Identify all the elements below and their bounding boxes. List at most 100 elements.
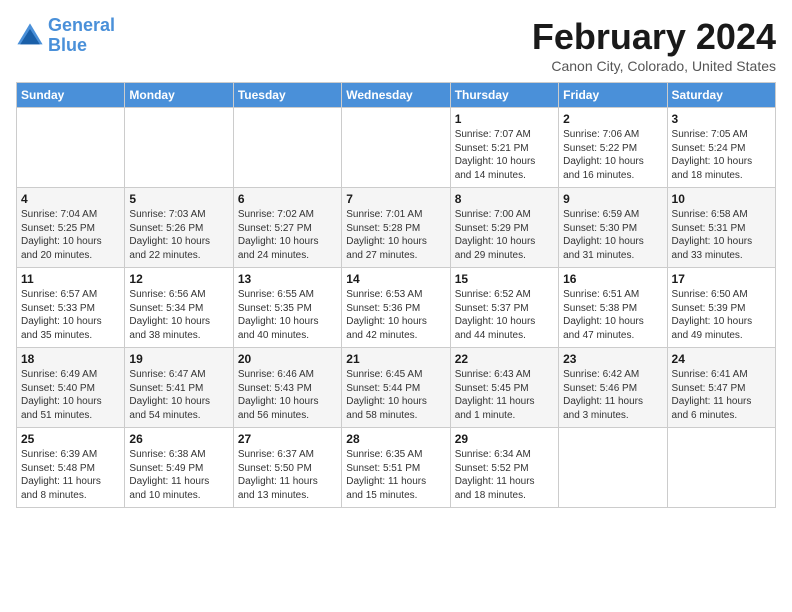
calendar-cell: [667, 428, 775, 508]
calendar-cell: 26Sunrise: 6:38 AMSunset: 5:49 PMDayligh…: [125, 428, 233, 508]
day-number: 16: [563, 272, 662, 286]
day-number: 25: [21, 432, 120, 446]
day-info: Sunrise: 6:59 AMSunset: 5:30 PMDaylight:…: [563, 208, 662, 262]
week-row-2: 4Sunrise: 7:04 AMSunset: 5:25 PMDaylight…: [17, 188, 776, 268]
calendar-cell: 11 Sunrise: 6:57 AMSunset: 5:33 PMDayligh…: [17, 268, 125, 348]
day-number: 12: [129, 272, 228, 286]
day-info: Sunrise: 7:00 AMSunset: 5:29 PMDaylight:…: [455, 208, 554, 262]
calendar-cell: 9 Sunrise: 6:59 AMSunset: 5:30 PMDaylight…: [559, 188, 667, 268]
day-info: Sunrise: 6:55 AMSunset: 5:35 PMDaylight:…: [238, 288, 337, 342]
calendar-cell: [559, 428, 667, 508]
day-number: 6: [238, 192, 337, 206]
day-number: 15: [455, 272, 554, 286]
calendar-cell: 19 Sunrise: 6:47 AMSunset: 5:41 PMDayligh…: [125, 348, 233, 428]
day-number: 18: [21, 352, 120, 366]
day-number: 10: [672, 192, 771, 206]
day-info: Sunrise: 6:50 AMSunset: 5:39 PMDaylight:…: [672, 288, 771, 342]
col-header-saturday: Saturday: [667, 83, 775, 108]
day-number: 23: [563, 352, 662, 366]
calendar-cell: 5 Sunrise: 7:03 AMSunset: 5:26 PMDaylight…: [125, 188, 233, 268]
calendar-cell: 24 Sunrise: 6:41 AMSunset: 5:47 PMDayligh…: [667, 348, 775, 428]
calendar-cell: 25 Sunrise: 6:39 AMSunset: 5:48 PMDayligh…: [17, 428, 125, 508]
logo-icon: [16, 22, 44, 50]
calendar-cell: 28Sunrise: 6:35 AMSunset: 5:51 PMDayligh…: [342, 428, 450, 508]
week-row-1: 1 Sunrise: 7:07 AMSunset: 5:21 PMDaylight…: [17, 108, 776, 188]
day-info: Sunrise: 7:04 AMSunset: 5:25 PMDaylight:…: [21, 208, 120, 262]
day-number: 5: [129, 192, 228, 206]
calendar-cell: 22 Sunrise: 6:43 AMSunset: 5:45 PMDayligh…: [450, 348, 558, 428]
day-info: Sunrise: 7:05 AMSunset: 5:24 PMDaylight:…: [672, 128, 771, 182]
day-info: Sunrise: 7:06 AMSunset: 5:22 PMDaylight:…: [563, 128, 662, 182]
day-number: 24: [672, 352, 771, 366]
day-info: Sunrise: 7:07 AMSunset: 5:21 PMDaylight:…: [455, 128, 554, 182]
calendar-cell: 20Sunrise: 6:46 AMSunset: 5:43 PMDayligh…: [233, 348, 341, 428]
day-number: 22: [455, 352, 554, 366]
day-info: Sunrise: 6:53 AMSunset: 5:36 PMDaylight:…: [346, 288, 445, 342]
calendar-cell: 2 Sunrise: 7:06 AMSunset: 5:22 PMDaylight…: [559, 108, 667, 188]
calendar-cell: 18 Sunrise: 6:49 AMSunset: 5:40 PMDayligh…: [17, 348, 125, 428]
day-number: 11: [21, 272, 120, 286]
calendar-cell: 17 Sunrise: 6:50 AMSunset: 5:39 PMDayligh…: [667, 268, 775, 348]
calendar-cell: 7 Sunrise: 7:01 AMSunset: 5:28 PMDaylight…: [342, 188, 450, 268]
calendar-cell: 16 Sunrise: 6:51 AMSunset: 5:38 PMDayligh…: [559, 268, 667, 348]
calendar-table: SundayMondayTuesdayWednesdayThursdayFrid…: [16, 82, 776, 508]
calendar-cell: 15Sunrise: 6:52 AMSunset: 5:37 PMDayligh…: [450, 268, 558, 348]
week-row-4: 18 Sunrise: 6:49 AMSunset: 5:40 PMDayligh…: [17, 348, 776, 428]
day-info: Sunrise: 6:51 AMSunset: 5:38 PMDaylight:…: [563, 288, 662, 342]
day-number: 27: [238, 432, 337, 446]
day-number: 9: [563, 192, 662, 206]
day-number: 1: [455, 112, 554, 126]
col-header-wednesday: Wednesday: [342, 83, 450, 108]
week-row-5: 25 Sunrise: 6:39 AMSunset: 5:48 PMDayligh…: [17, 428, 776, 508]
header-row: SundayMondayTuesdayWednesdayThursdayFrid…: [17, 83, 776, 108]
calendar-cell: 1 Sunrise: 7:07 AMSunset: 5:21 PMDaylight…: [450, 108, 558, 188]
day-number: 28: [346, 432, 445, 446]
calendar-cell: [17, 108, 125, 188]
calendar-cell: 12 Sunrise: 6:56 AMSunset: 5:34 PMDayligh…: [125, 268, 233, 348]
col-header-sunday: Sunday: [17, 83, 125, 108]
day-info: Sunrise: 6:42 AMSunset: 5:46 PMDaylight:…: [563, 368, 662, 422]
day-info: Sunrise: 6:38 AMSunset: 5:49 PMDaylight:…: [129, 448, 228, 502]
calendar-cell: 27 Sunrise: 6:37 AMSunset: 5:50 PMDayligh…: [233, 428, 341, 508]
col-header-friday: Friday: [559, 83, 667, 108]
header: General Blue February 2024 Canon City, C…: [16, 16, 776, 74]
day-info: Sunrise: 6:37 AMSunset: 5:50 PMDaylight:…: [238, 448, 337, 502]
calendar-cell: 10Sunrise: 6:58 AMSunset: 5:31 PMDayligh…: [667, 188, 775, 268]
calendar-cell: 23 Sunrise: 6:42 AMSunset: 5:46 PMDayligh…: [559, 348, 667, 428]
calendar-cell: [342, 108, 450, 188]
day-info: Sunrise: 7:01 AMSunset: 5:28 PMDaylight:…: [346, 208, 445, 262]
calendar-cell: 14Sunrise: 6:53 AMSunset: 5:36 PMDayligh…: [342, 268, 450, 348]
col-header-monday: Monday: [125, 83, 233, 108]
day-info: Sunrise: 7:02 AMSunset: 5:27 PMDaylight:…: [238, 208, 337, 262]
calendar-cell: 4Sunrise: 7:04 AMSunset: 5:25 PMDaylight…: [17, 188, 125, 268]
logo-text: General Blue: [48, 16, 115, 56]
day-number: 21: [346, 352, 445, 366]
calendar-cell: [233, 108, 341, 188]
day-info: Sunrise: 6:49 AMSunset: 5:40 PMDaylight:…: [21, 368, 120, 422]
calendar-cell: [125, 108, 233, 188]
day-number: 2: [563, 112, 662, 126]
day-number: 7: [346, 192, 445, 206]
day-number: 13: [238, 272, 337, 286]
day-info: Sunrise: 6:45 AMSunset: 5:44 PMDaylight:…: [346, 368, 445, 422]
calendar-cell: 8 Sunrise: 7:00 AMSunset: 5:29 PMDaylight…: [450, 188, 558, 268]
day-number: 19: [129, 352, 228, 366]
day-info: Sunrise: 6:57 AMSunset: 5:33 PMDaylight:…: [21, 288, 120, 342]
day-info: Sunrise: 6:41 AMSunset: 5:47 PMDaylight:…: [672, 368, 771, 422]
day-number: 3: [672, 112, 771, 126]
week-row-3: 11 Sunrise: 6:57 AMSunset: 5:33 PMDayligh…: [17, 268, 776, 348]
day-info: Sunrise: 7:03 AMSunset: 5:26 PMDaylight:…: [129, 208, 228, 262]
day-info: Sunrise: 6:47 AMSunset: 5:41 PMDaylight:…: [129, 368, 228, 422]
day-info: Sunrise: 6:43 AMSunset: 5:45 PMDaylight:…: [455, 368, 554, 422]
location-title: Canon City, Colorado, United States: [532, 58, 776, 74]
day-info: Sunrise: 6:56 AMSunset: 5:34 PMDaylight:…: [129, 288, 228, 342]
day-info: Sunrise: 6:46 AMSunset: 5:43 PMDaylight:…: [238, 368, 337, 422]
calendar-cell: 29Sunrise: 6:34 AMSunset: 5:52 PMDayligh…: [450, 428, 558, 508]
title-area: February 2024 Canon City, Colorado, Unit…: [532, 16, 776, 74]
calendar-cell: 21 Sunrise: 6:45 AMSunset: 5:44 PMDayligh…: [342, 348, 450, 428]
day-info: Sunrise: 6:39 AMSunset: 5:48 PMDaylight:…: [21, 448, 120, 502]
day-number: 29: [455, 432, 554, 446]
logo: General Blue: [16, 16, 115, 56]
day-number: 17: [672, 272, 771, 286]
day-number: 8: [455, 192, 554, 206]
